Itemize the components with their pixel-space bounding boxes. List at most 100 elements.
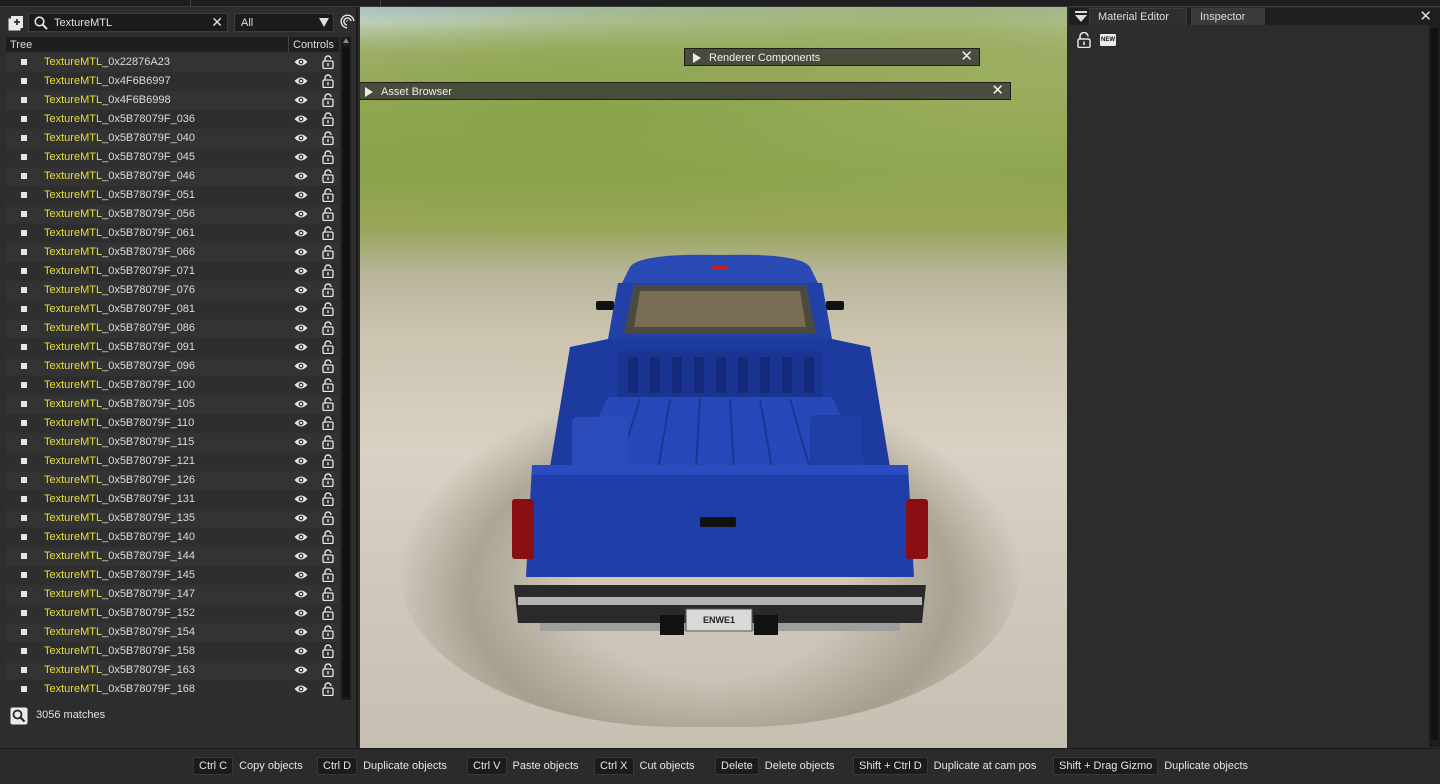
renderer-components-bar[interactable]: Renderer Components ✕ [684,48,980,66]
lock-icon[interactable] [322,150,334,167]
scrollbar-thumb[interactable] [1431,28,1438,740]
tree-row[interactable]: TextureMTL_0x5B78079F_100 [6,376,339,395]
lock-icon[interactable] [322,473,334,490]
scrollbar-thumb[interactable] [343,47,349,697]
lock-icon[interactable] [322,549,334,566]
tree-row[interactable]: TextureMTL_0x5B78079F_105 [6,395,339,414]
tree-row[interactable]: TextureMTL_0x5B78079F_036 [6,110,339,129]
lock-icon[interactable] [322,283,334,300]
eye-icon[interactable] [294,475,308,488]
lock-icon[interactable] [322,188,334,205]
eye-icon[interactable] [294,152,308,165]
eye-icon[interactable] [294,247,308,260]
tab-material-editor[interactable]: Material Editor [1089,8,1187,25]
tree-row[interactable]: TextureMTL_0x5B78079F_045 [6,148,339,167]
lock-icon[interactable] [322,321,334,338]
search-input[interactable]: TextureMTL ✕ [28,13,228,32]
new-button[interactable]: NEW [1100,34,1116,46]
tree-row[interactable]: TextureMTL_0x5B78079F_091 [6,338,339,357]
eye-icon[interactable] [294,171,308,184]
eye-icon[interactable] [294,285,308,298]
tree-row[interactable]: TextureMTL_0x5B78079F_076 [6,281,339,300]
tree-row[interactable]: TextureMTL_0x5B78079F_147 [6,585,339,604]
lock-icon[interactable] [322,682,334,699]
eye-icon[interactable] [294,266,308,279]
tree-row[interactable]: TextureMTL_0x5B78079F_046 [6,167,339,186]
lock-icon[interactable] [322,606,334,623]
eye-icon[interactable] [294,513,308,526]
tree-row[interactable]: TextureMTL_0x5B78079F_081 [6,300,339,319]
eye-icon[interactable] [294,665,308,678]
eye-icon[interactable] [294,399,308,412]
tree-row[interactable]: TextureMTL_0x5B78079F_152 [6,604,339,623]
eye-icon[interactable] [294,551,308,564]
lock-icon[interactable] [322,264,334,281]
eye-icon[interactable] [294,380,308,393]
eye-icon[interactable] [294,646,308,659]
eye-icon[interactable] [294,437,308,450]
eye-icon[interactable] [294,589,308,602]
tree-row[interactable]: TextureMTL_0x5B78079F_158 [6,642,339,661]
tree-row[interactable]: TextureMTL_0x5B78079F_066 [6,243,339,262]
lock-icon[interactable] [322,340,334,357]
eye-icon[interactable] [294,304,308,317]
lock-icon[interactable] [322,359,334,376]
scroll-up-arrow[interactable] [343,38,349,43]
eye-icon[interactable] [294,133,308,146]
eye-icon[interactable] [294,209,308,222]
tree-row[interactable]: TextureMTL_0x5B78079F_135 [6,509,339,528]
tree-row[interactable]: TextureMTL_0x5B78079F_126 [6,471,339,490]
tab-inspector[interactable]: Inspector [1191,8,1265,25]
eye-icon[interactable] [294,323,308,336]
lock-icon[interactable] [322,587,334,604]
lock-icon[interactable] [322,644,334,661]
lock-icon[interactable] [322,378,334,395]
lock-icon[interactable] [322,625,334,642]
tree-row[interactable]: TextureMTL_0x5B78079F_140 [6,528,339,547]
asset-browser-bar[interactable]: Asset Browser ✕ [360,82,1011,100]
tree-row[interactable]: TextureMTL_0x5B78079F_110 [6,414,339,433]
eye-icon[interactable] [294,608,308,621]
lock-icon[interactable] [322,207,334,224]
eye-icon[interactable] [294,532,308,545]
lock-icon[interactable] [322,169,334,186]
tree-row[interactable]: TextureMTL_0x5B78079F_144 [6,547,339,566]
scene-viewport[interactable]: ENWE1 Renderer Components ✕ Asset Browse… [360,7,1067,748]
filter-select[interactable]: All [234,13,334,32]
tree-row[interactable]: TextureMTL_0x5B78079F_071 [6,262,339,281]
tree-row[interactable]: TextureMTL_0x5B78079F_096 [6,357,339,376]
tree-row[interactable]: TextureMTL_0x5B78079F_061 [6,224,339,243]
eye-icon[interactable] [294,494,308,507]
tree-row[interactable]: TextureMTL_0x5B78079F_086 [6,319,339,338]
eye-icon[interactable] [294,456,308,469]
lock-icon[interactable] [322,245,334,262]
zoom-search-icon[interactable] [10,707,28,725]
eye-icon[interactable] [294,95,308,108]
eye-icon[interactable] [294,228,308,241]
lock-icon[interactable] [322,492,334,509]
tree-row[interactable]: TextureMTL_0x5B78079F_145 [6,566,339,585]
close-icon[interactable]: ✕ [991,83,1004,99]
tree-row[interactable]: TextureMTL_0x4F6B6997 [6,72,339,91]
eye-icon[interactable] [294,361,308,374]
close-icon[interactable]: ✕ [1419,7,1432,25]
inspector-scrollbar[interactable] [1429,25,1440,747]
tree-row[interactable]: TextureMTL_0x4F6B6998 [6,91,339,110]
lock-icon[interactable] [322,568,334,585]
eye-icon[interactable] [294,76,308,89]
close-icon[interactable]: ✕ [960,49,973,65]
tree-row[interactable]: TextureMTL_0x5B78079F_115 [6,433,339,452]
lock-icon[interactable] [322,530,334,547]
lock-icon[interactable] [1077,32,1091,48]
menu-icon[interactable] [1075,11,1087,23]
tree-row[interactable]: TextureMTL_0x5B78079F_154 [6,623,339,642]
column-divider[interactable] [288,37,289,52]
tree-row[interactable]: TextureMTL_0x5B78079F_051 [6,186,339,205]
eye-icon[interactable] [294,570,308,583]
lock-icon[interactable] [322,416,334,433]
lock-icon[interactable] [322,93,334,110]
lock-icon[interactable] [322,112,334,129]
lock-icon[interactable] [322,397,334,414]
lock-icon[interactable] [322,74,334,91]
add-object-button[interactable] [7,15,23,31]
